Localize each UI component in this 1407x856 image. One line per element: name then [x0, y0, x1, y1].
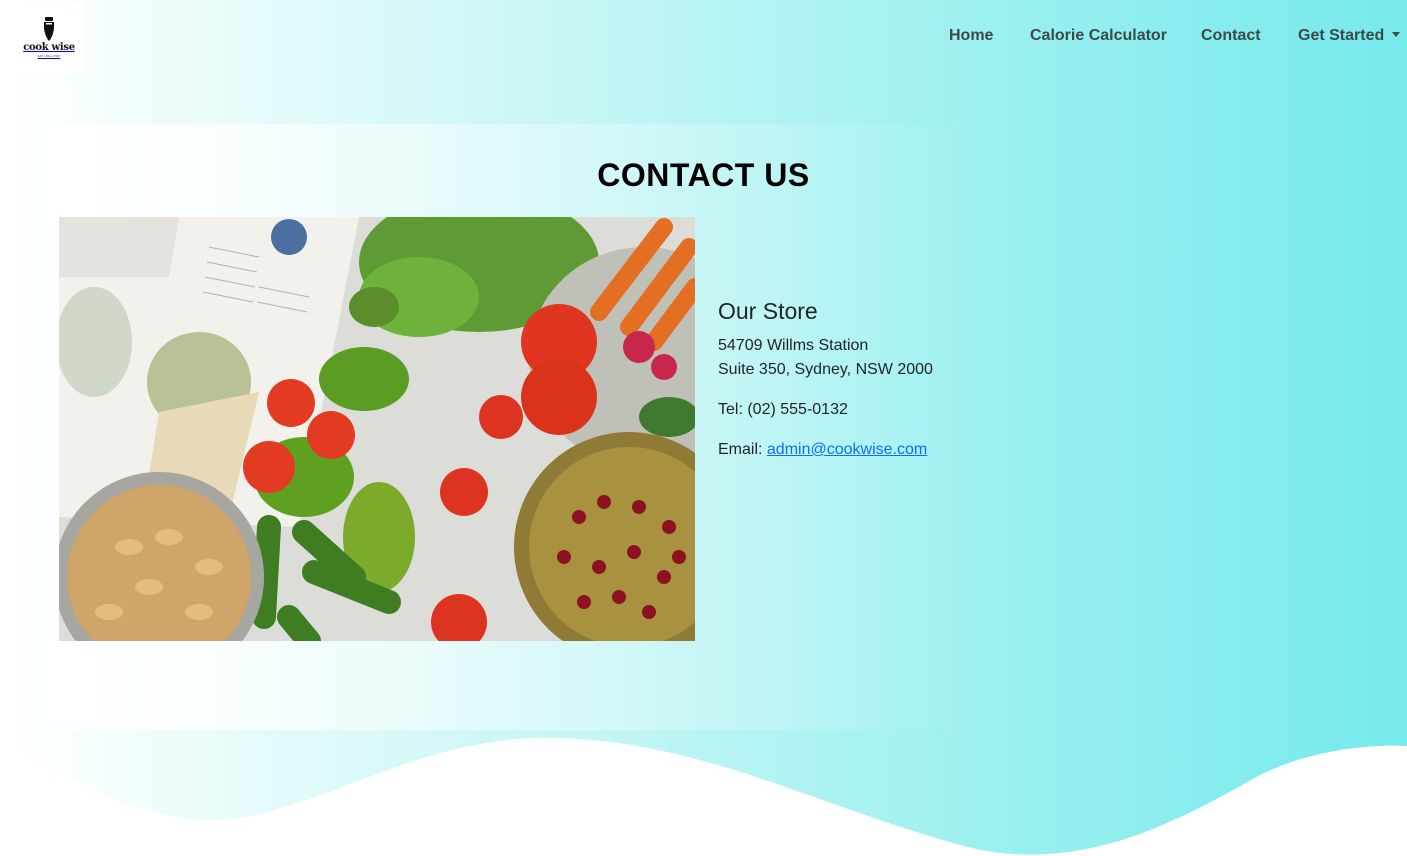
top-navbar: cook wise EAT LIKE A PRO Home Calorie Ca… [0, 0, 1407, 74]
chef-hat-icon [44, 16, 54, 41]
vegetables-photo [59, 217, 695, 641]
nav-contact[interactable]: Contact [1201, 27, 1261, 45]
page-title: CONTACT US [597, 157, 810, 193]
logo-text: cook wise [23, 41, 75, 53]
nav-calorie-calculator[interactable]: Calorie Calculator [1030, 27, 1167, 45]
logo-tagline: EAT LIKE A PRO [37, 53, 61, 58]
email-row: Email: admin@cookwise.com [718, 441, 927, 459]
nav-home[interactable]: Home [949, 27, 993, 45]
address-line-2: Suite 350, Sydney, NSW 2000 [718, 361, 933, 378]
email-label: Email: [718, 441, 767, 458]
nav-get-started-label: Get Started [1298, 27, 1385, 44]
nav-get-started-dropdown[interactable]: Get Started [1298, 27, 1401, 45]
brand-logo[interactable]: cook wise EAT LIKE A PRO [14, 2, 84, 72]
telephone-text: Tel: (02) 555-0132 [718, 401, 848, 418]
address-line-1: 54709 Willms Station [718, 337, 869, 354]
store-heading: Our Store [718, 298, 818, 324]
email-link[interactable]: admin@cookwise.com [767, 441, 927, 458]
caret-down-icon [1392, 32, 1401, 37]
